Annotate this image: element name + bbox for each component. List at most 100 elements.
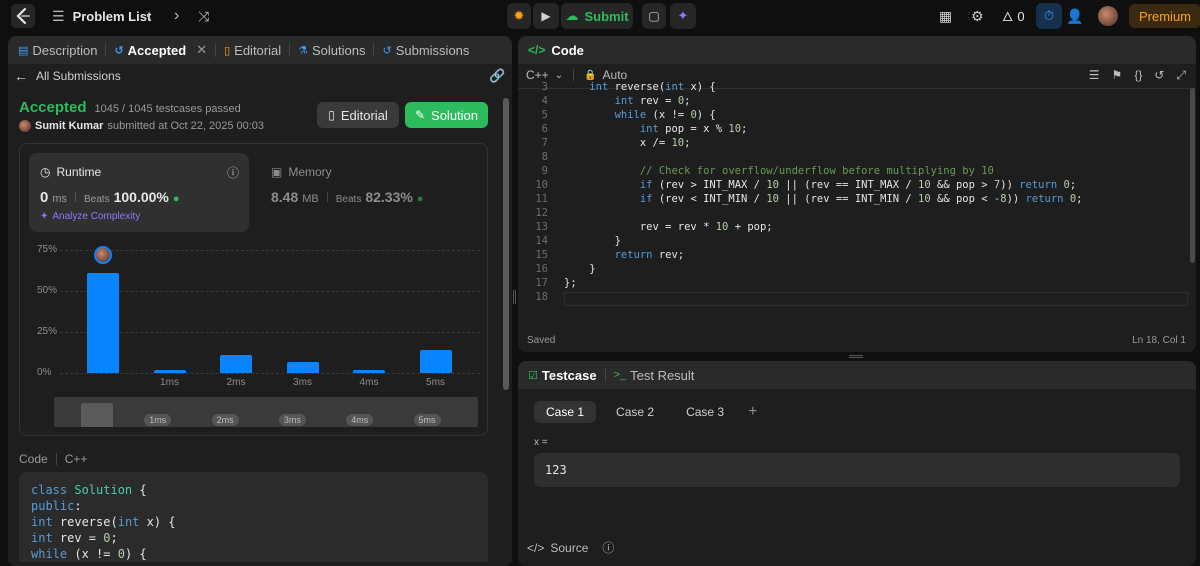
left-panel-tabs: ▤ Description ↺ Accepted ✕ ▯ Editorial ⚗… bbox=[8, 36, 512, 64]
analyze-complexity-link[interactable]: ✦ Analyze Complexity bbox=[40, 211, 140, 222]
line-code: x /= 10; bbox=[564, 137, 691, 149]
line-code: if (rev > INT_MAX / 10 || (rev == INT_MA… bbox=[639, 179, 1077, 191]
top-bar: ☰ Problem List ‹ › ⤨ ✹ ▶ ☁ Submit ▢ ✦ ▦ … bbox=[0, 0, 1200, 32]
line-number: 9 bbox=[541, 165, 548, 177]
editor-line[interactable]: 14 } bbox=[518, 234, 1188, 248]
navigator-tick-label: 5ms bbox=[413, 414, 441, 426]
submitted-code: class Solution { public: int reverse(int… bbox=[19, 472, 488, 562]
premium-button[interactable]: Premium bbox=[1129, 4, 1200, 28]
info-icon[interactable]: ⓘ bbox=[227, 164, 239, 181]
tab-accepted[interactable]: ↺ Accepted ✕ bbox=[114, 42, 207, 58]
editor-line[interactable]: 7 x /= 10; bbox=[518, 136, 1188, 150]
share-link-icon[interactable]: 🔗 bbox=[489, 68, 505, 84]
submitter-avatar[interactable] bbox=[19, 120, 31, 132]
debug-icon[interactable]: ✹ bbox=[507, 3, 531, 29]
vertical-splitter[interactable] bbox=[513, 290, 516, 304]
streak-counter[interactable]: 🜂 0 bbox=[1002, 0, 1025, 32]
editor-line[interactable]: 12 bbox=[518, 206, 1188, 220]
case-tab-1[interactable]: Case 1 bbox=[534, 401, 597, 423]
next-problem-icon[interactable]: › bbox=[174, 0, 179, 32]
navigator-handle[interactable] bbox=[81, 403, 113, 427]
shuffle-icon[interactable]: ⤨ bbox=[198, 0, 209, 32]
chart-gridline bbox=[60, 332, 480, 333]
clock-icon: ◷ bbox=[40, 165, 51, 179]
line-code: if (rev < INT_MIN / 10 || (rev == INT_MI… bbox=[639, 193, 1083, 205]
tab-testcase[interactable]: ☑ Testcase bbox=[528, 368, 597, 383]
editor-line[interactable]: 17}; bbox=[518, 276, 1188, 290]
variable-input[interactable]: 123 bbox=[534, 453, 1180, 487]
editor-line[interactable]: 5 while (x != 0) { bbox=[518, 108, 1188, 122]
editor-line[interactable]: 16 } bbox=[518, 262, 1188, 276]
tab-test-result[interactable]: >_ Test Result bbox=[614, 368, 695, 383]
line-number: 3 bbox=[541, 81, 548, 93]
horizontal-splitter[interactable] bbox=[849, 355, 863, 358]
editor-line[interactable]: 6 int pop = x % 10; bbox=[518, 122, 1188, 136]
chart-bar[interactable] bbox=[220, 354, 252, 373]
testcase-panel: ☑ Testcase >_ Test Result Case 1 Case 2 … bbox=[518, 361, 1196, 566]
line-number: 8 bbox=[541, 151, 548, 163]
line-code: } bbox=[564, 235, 621, 247]
y-tick-label: 25% bbox=[37, 326, 58, 337]
submitter-name[interactable]: Sumit Kumar bbox=[35, 120, 103, 132]
editor-line[interactable]: 3 int reverse(int x) { bbox=[518, 80, 1188, 94]
case-tab-2[interactable]: Case 2 bbox=[604, 401, 666, 423]
editor-line[interactable]: 4 int rev = 0; bbox=[518, 94, 1188, 108]
editor-line[interactable]: 13 rev = rev * 10 + pop; bbox=[518, 220, 1188, 234]
timer-icon[interactable]: ⏱ bbox=[1036, 3, 1062, 29]
chart-bar[interactable] bbox=[153, 369, 186, 373]
line-number: 10 bbox=[535, 179, 548, 191]
prev-problem-icon[interactable]: ‹ bbox=[146, 0, 151, 32]
user-avatar[interactable] bbox=[1098, 6, 1118, 26]
editor-line[interactable]: 10 if (rev > INT_MAX / 10 || (rev == INT… bbox=[518, 178, 1188, 192]
code-editor[interactable]: 3 int reverse(int x) {4 int rev = 0; 5 wh… bbox=[518, 80, 1188, 300]
submit-button[interactable]: ☁ Submit bbox=[561, 3, 633, 29]
editorial-button[interactable]: ▯ Editorial bbox=[317, 102, 399, 128]
editor-line[interactable]: 15 return rev; bbox=[518, 248, 1188, 262]
submitted-time: submitted at Oct 22, 2025 00:03 bbox=[107, 120, 265, 132]
ai-sparkle-icon[interactable]: ✦ bbox=[670, 3, 696, 29]
tab-description[interactable]: ▤ Description bbox=[18, 43, 97, 58]
editor-line[interactable]: 9 // Check for overflow/underflow before… bbox=[518, 164, 1188, 178]
chart-bar[interactable] bbox=[419, 350, 452, 373]
line-number: 12 bbox=[535, 207, 548, 219]
source-toggle[interactable]: </> Source ⓘ bbox=[527, 539, 614, 556]
close-tab-icon[interactable]: ✕ bbox=[196, 42, 207, 58]
current-line-highlight bbox=[564, 292, 1188, 306]
add-friend-icon[interactable]: 👤 bbox=[1066, 0, 1083, 32]
back-to-submissions[interactable]: ← All Submissions bbox=[14, 68, 121, 84]
problem-list-label: Problem List bbox=[72, 8, 152, 24]
your-submission-avatar[interactable] bbox=[94, 245, 112, 264]
line-number: 15 bbox=[535, 249, 548, 261]
leetcode-logo[interactable] bbox=[10, 0, 36, 32]
chevron-down-icon[interactable]: ⌄ bbox=[555, 70, 563, 81]
left-panel-scrollbar[interactable] bbox=[503, 98, 509, 390]
problem-list-button[interactable]: ☰ Problem List bbox=[52, 0, 151, 32]
chart-bar[interactable] bbox=[87, 272, 119, 373]
code-language-label: C++ bbox=[64, 452, 88, 466]
line-number: 5 bbox=[541, 109, 548, 121]
layout-grid-icon[interactable]: ▦ bbox=[939, 0, 952, 32]
tab-submissions[interactable]: ↺ Submissions bbox=[382, 43, 469, 58]
chart-bar[interactable] bbox=[353, 369, 385, 373]
tab-editorial[interactable]: ▯ Editorial bbox=[224, 43, 281, 58]
editor-line[interactable]: 11 if (rev < INT_MIN / 10 || (rev == INT… bbox=[518, 192, 1188, 206]
tab-solutions[interactable]: ⚗ Solutions bbox=[298, 43, 365, 58]
solution-button[interactable]: ✎ Solution bbox=[405, 102, 488, 128]
settings-gear-icon[interactable]: ⚙ bbox=[971, 0, 984, 32]
run-button[interactable]: ▶ bbox=[533, 3, 559, 29]
editor-line[interactable]: 8 bbox=[518, 150, 1188, 164]
flask-icon: ⚗ bbox=[298, 44, 308, 57]
notes-icon[interactable]: ▢ bbox=[642, 3, 666, 29]
runtime-beats: 100.00% bbox=[113, 189, 169, 205]
code-line: int rev = 0; bbox=[31, 531, 118, 545]
add-case-icon[interactable]: + bbox=[748, 403, 757, 421]
chart-bar[interactable] bbox=[286, 361, 319, 373]
help-icon[interactable]: ⓘ bbox=[602, 539, 614, 556]
chart-range-navigator[interactable]: 1ms 2ms 3ms 4ms 5ms bbox=[54, 397, 478, 427]
memory-card[interactable]: ▣ Memory bbox=[271, 165, 332, 179]
case-tab-3[interactable]: Case 3 bbox=[674, 401, 736, 423]
runtime-card[interactable]: ◷ Runtime ⓘ 0 ms Beats 100.00% ● ✦ Analy… bbox=[29, 153, 249, 232]
editor-scrollbar[interactable] bbox=[1190, 88, 1195, 263]
runtime-distribution-chart: 75% 50% 25% 0% 1ms 2ms 3ms 4ms 5ms bbox=[20, 240, 489, 390]
navigator-tick-label: 1ms bbox=[144, 414, 172, 426]
